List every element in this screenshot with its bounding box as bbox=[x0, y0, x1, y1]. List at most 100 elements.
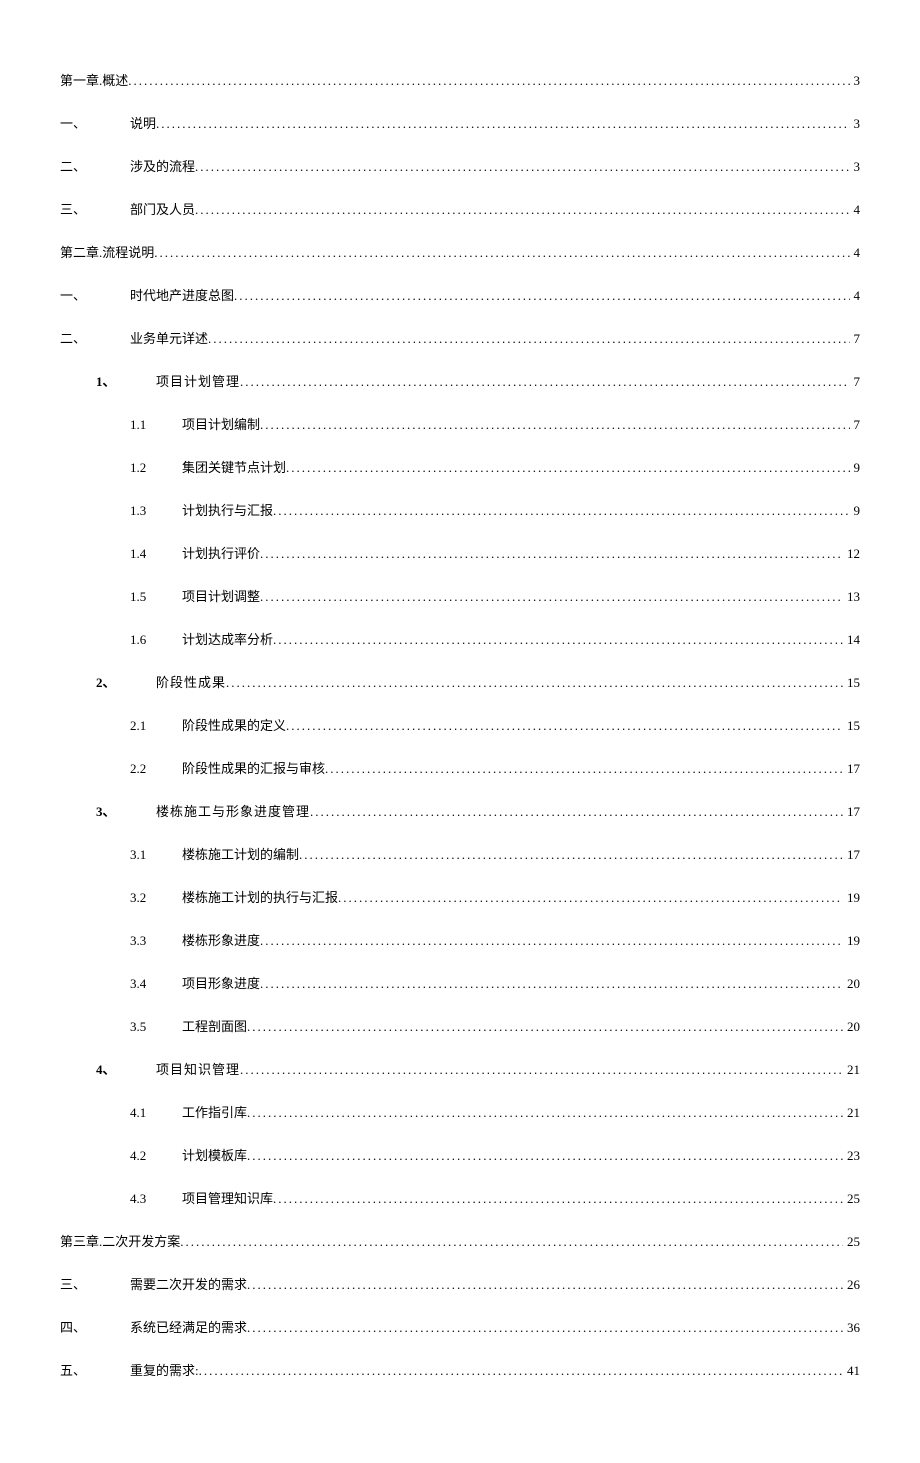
toc-entry[interactable]: 第三章.二次开发方案25 bbox=[60, 1231, 860, 1250]
toc-entry[interactable]: 3.4项目形象进度20 bbox=[60, 973, 860, 992]
toc-leader-dots bbox=[226, 675, 843, 691]
toc-title: 楼栋施工计划的执行与汇报 bbox=[182, 887, 338, 906]
toc-title: 计划执行评价 bbox=[182, 543, 260, 562]
toc-entry[interactable]: 1、项目计划管理7 bbox=[60, 371, 860, 390]
toc-leader-dots bbox=[338, 890, 843, 906]
toc-page-number: 7 bbox=[850, 417, 861, 433]
toc-page-number: 17 bbox=[843, 761, 860, 777]
toc-number: 1.1 bbox=[130, 417, 182, 433]
toc-title: 项目计划编制 bbox=[182, 414, 260, 433]
toc-page-number: 36 bbox=[843, 1320, 860, 1336]
toc-entry[interactable]: 1.4计划执行评价12 bbox=[60, 543, 860, 562]
toc-title: 计划达成率分析 bbox=[182, 629, 273, 648]
toc-number: 4.2 bbox=[130, 1148, 182, 1164]
toc-entry[interactable]: 4.3项目管理知识库25 bbox=[60, 1188, 860, 1207]
toc-entry[interactable]: 五、重复的需求:41 bbox=[60, 1360, 860, 1379]
toc-page-number: 4 bbox=[850, 288, 861, 304]
toc-page-number: 20 bbox=[843, 1019, 860, 1035]
toc-title: 工作指引库 bbox=[182, 1102, 247, 1121]
toc-section-marker: 五、 bbox=[60, 1360, 130, 1379]
toc-page-number: 25 bbox=[843, 1191, 860, 1207]
toc-leader-dots bbox=[240, 1062, 843, 1078]
toc-section-marker: 一、 bbox=[60, 285, 130, 304]
toc-entry[interactable]: 3.5工程剖面图 20 bbox=[60, 1016, 860, 1035]
toc-title: 计划模板库 bbox=[182, 1145, 247, 1164]
toc-leader-dots bbox=[247, 1105, 843, 1121]
toc-number: 1、 bbox=[96, 371, 156, 390]
toc-title: 需要二次开发的需求 bbox=[130, 1274, 247, 1293]
toc-entry[interactable]: 三、需要二次开发的需求26 bbox=[60, 1274, 860, 1293]
toc-entry[interactable]: 2.2阶段性成果的汇报与审核17 bbox=[60, 758, 860, 777]
toc-entry[interactable]: 2、阶段性成果15 bbox=[60, 672, 860, 691]
toc-number: 2、 bbox=[96, 672, 156, 691]
toc-entry[interactable]: 1.1项目计划编制 7 bbox=[60, 414, 860, 433]
toc-title: 集团关键节点计划 bbox=[182, 457, 286, 476]
toc-title: 工程剖面图 bbox=[182, 1016, 247, 1035]
toc-entry[interactable]: 3.1楼栋施工计划的编制17 bbox=[60, 844, 860, 863]
toc-chapter-label: 第一章. bbox=[60, 70, 102, 89]
toc-page-number: 21 bbox=[843, 1062, 860, 1078]
toc-number: 1.2 bbox=[130, 460, 182, 476]
toc-leader-dots bbox=[195, 202, 849, 218]
toc-title: 楼栋施工与形象进度管理 bbox=[156, 801, 310, 820]
toc-entry[interactable]: 四、系统已经满足的需求 36 bbox=[60, 1317, 860, 1336]
toc-title: 阶段性成果的汇报与审核 bbox=[182, 758, 325, 777]
toc-entry[interactable]: 3、楼栋施工与形象进度管理17 bbox=[60, 801, 860, 820]
toc-leader-dots bbox=[247, 1277, 843, 1293]
toc-title: 时代地产进度总图 bbox=[130, 285, 234, 304]
toc-title: 部门及人员 bbox=[130, 199, 195, 218]
toc-chapter-label: 第三章. bbox=[60, 1231, 102, 1250]
toc-leader-dots bbox=[260, 976, 843, 992]
toc-page-number: 3 bbox=[850, 73, 861, 89]
toc-title: 阶段性成果的定义 bbox=[182, 715, 286, 734]
toc-page-number: 21 bbox=[843, 1105, 860, 1121]
toc-leader-dots bbox=[299, 847, 843, 863]
toc-entry[interactable]: 1.6计划达成率分析14 bbox=[60, 629, 860, 648]
toc-section-marker: 一、 bbox=[60, 113, 130, 132]
toc-title: 概述 bbox=[102, 70, 128, 89]
toc-page-number: 17 bbox=[843, 847, 860, 863]
toc-leader-dots bbox=[154, 245, 849, 261]
toc-entry[interactable]: 1.3计划执行与汇报9 bbox=[60, 500, 860, 519]
toc-leader-dots bbox=[195, 159, 849, 175]
toc-number: 3.5 bbox=[130, 1019, 182, 1035]
toc-title: 业务单元详述 bbox=[130, 328, 208, 347]
toc-leader-dots bbox=[273, 1191, 843, 1207]
toc-page-number: 7 bbox=[850, 374, 861, 390]
toc-entry[interactable]: 4.2计划模板库23 bbox=[60, 1145, 860, 1164]
toc-entry[interactable]: 三、部门及人员4 bbox=[60, 199, 860, 218]
toc-entry[interactable]: 一、说明 3 bbox=[60, 113, 860, 132]
toc-number: 4、 bbox=[96, 1059, 156, 1078]
toc-entry[interactable]: 4、项目知识管理21 bbox=[60, 1059, 860, 1078]
toc-entry[interactable]: 2.1阶段性成果的定义15 bbox=[60, 715, 860, 734]
toc-title: 楼栋施工计划的编制 bbox=[182, 844, 299, 863]
table-of-contents: 第一章.概述3一、说明3二、涉及的流程3三、部门及人员4第二章.流程说明4一、时… bbox=[60, 70, 860, 1379]
toc-entry[interactable]: 1.5项目计划调整13 bbox=[60, 586, 860, 605]
toc-entry[interactable]: 二、业务单元详述7 bbox=[60, 328, 860, 347]
toc-page-number: 3 bbox=[850, 116, 861, 132]
toc-number: 1.5 bbox=[130, 589, 182, 605]
toc-title: 楼栋形象进度 bbox=[182, 930, 260, 949]
toc-number: 2.1 bbox=[130, 718, 182, 734]
toc-title: 说明 bbox=[130, 113, 156, 132]
toc-entry[interactable]: 4.1工作指引库21 bbox=[60, 1102, 860, 1121]
toc-leader-dots bbox=[156, 116, 849, 132]
toc-title: 流程说明 bbox=[102, 242, 154, 261]
toc-entry[interactable]: 第一章.概述 3 bbox=[60, 70, 860, 89]
toc-title: 系统已经满足的需求 bbox=[130, 1317, 247, 1336]
toc-entry[interactable]: 二、涉及的流程3 bbox=[60, 156, 860, 175]
toc-leader-dots bbox=[208, 331, 849, 347]
toc-entry[interactable]: 一、时代地产进度总图 4 bbox=[60, 285, 860, 304]
toc-entry[interactable]: 3.2楼栋施工计划的执行与汇报19 bbox=[60, 887, 860, 906]
toc-entry[interactable]: 3.3楼栋形象进度19 bbox=[60, 930, 860, 949]
toc-section-marker: 三、 bbox=[60, 1274, 130, 1293]
toc-title: 涉及的流程 bbox=[130, 156, 195, 175]
toc-page-number: 14 bbox=[843, 632, 860, 648]
toc-entry[interactable]: 第二章.流程说明4 bbox=[60, 242, 860, 261]
toc-page-number: 12 bbox=[843, 546, 860, 562]
toc-entry[interactable]: 1.2集团关键节点计划9 bbox=[60, 457, 860, 476]
toc-page-number: 9 bbox=[850, 503, 861, 519]
toc-leader-dots bbox=[240, 374, 849, 390]
toc-title: 项目管理知识库 bbox=[182, 1188, 273, 1207]
toc-section-marker: 四、 bbox=[60, 1317, 130, 1336]
